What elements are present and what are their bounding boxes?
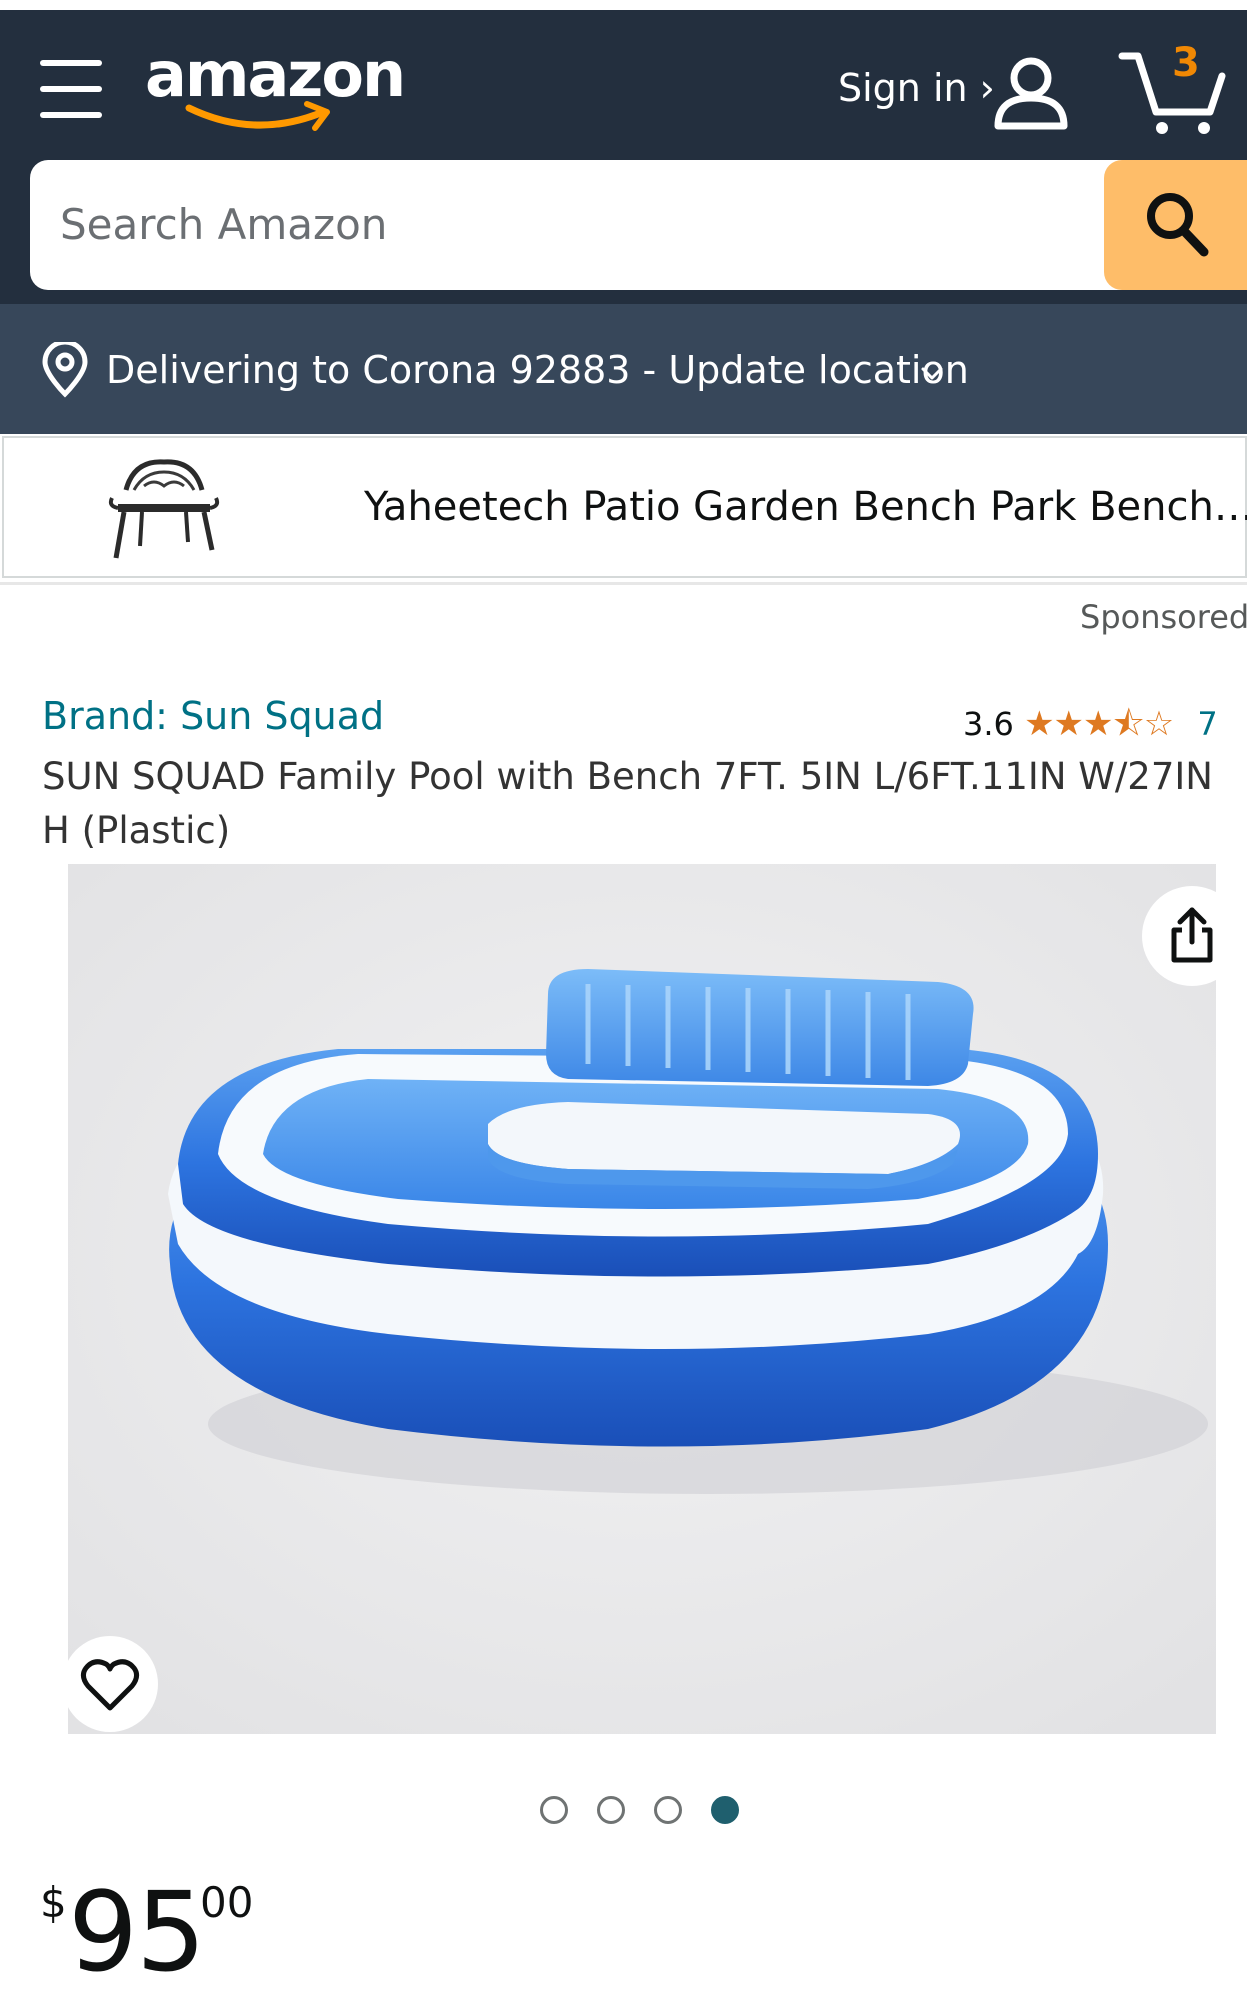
pagination-dot[interactable]	[540, 1796, 568, 1824]
sign-in-link[interactable]: Sign in ›	[838, 66, 995, 110]
rating-summary[interactable]: 3.6 ★★★⯪☆ 7	[963, 700, 1218, 757]
bench-thumbnail-image	[108, 459, 220, 559]
review-count: 7	[1197, 705, 1218, 743]
pagination-dot[interactable]	[654, 1796, 682, 1824]
cart-button[interactable]: 3	[1118, 40, 1228, 140]
location-pin-icon	[42, 342, 88, 398]
chevron-down-icon	[921, 367, 943, 380]
wishlist-button[interactable]	[62, 1636, 158, 1732]
price-whole: 95	[68, 1868, 206, 1996]
amazon-logo[interactable]: amazon	[145, 38, 406, 138]
cart-count-badge: 3	[1172, 40, 1200, 86]
heart-icon	[80, 1659, 140, 1711]
banner-product-name: Yaheetech Patio Garden Bench Park Bench…	[364, 484, 1247, 530]
search-bar	[30, 160, 1247, 290]
divider	[0, 582, 1247, 585]
sponsored-product-banner[interactable]: Yaheetech Patio Garden Bench Park Bench…	[2, 436, 1247, 578]
image-pagination-dots	[540, 1796, 760, 1826]
search-button[interactable]	[1104, 160, 1247, 290]
share-icon	[1171, 907, 1213, 963]
share-button[interactable]	[1142, 886, 1242, 986]
product-image-carousel[interactable]	[68, 864, 1216, 1734]
price-currency-symbol: $	[40, 1878, 67, 1927]
user-icon[interactable]	[992, 54, 1070, 132]
product-title: SUN SQUAD Family Pool with Bench 7FT. 5I…	[42, 755, 1213, 852]
pagination-dot-active[interactable]	[711, 1796, 739, 1824]
smile-arrow-icon	[185, 101, 330, 131]
delivery-location-bar[interactable]: Delivering to Corona 92883 - Update loca…	[0, 304, 1247, 434]
pool-product-image	[68, 864, 1216, 1734]
star-rating-icon: ★★★⯪☆	[1024, 704, 1174, 744]
status-strip	[0, 0, 1247, 10]
search-input[interactable]	[60, 184, 1060, 264]
search-icon	[1147, 193, 1209, 257]
rating-value: 3.6	[963, 705, 1014, 743]
brand-link[interactable]: Brand: Sun Squad	[42, 694, 384, 738]
price-fraction: 00	[200, 1878, 254, 1927]
sponsored-label[interactable]: Sponsored	[1080, 598, 1247, 636]
pagination-dot[interactable]	[597, 1796, 625, 1824]
menu-icon[interactable]	[40, 60, 102, 118]
location-text: Delivering to Corona 92883 - Update loca…	[106, 348, 969, 392]
